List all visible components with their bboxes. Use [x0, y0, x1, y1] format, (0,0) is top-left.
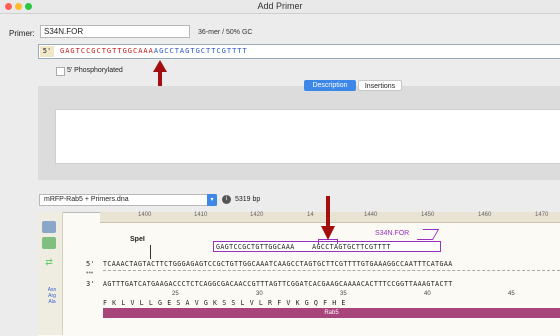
- ruler-tick: 1400: [138, 212, 152, 218]
- primer-stats: 36-mer / 50% GC: [198, 29, 253, 36]
- file-select[interactable]: mRFP-Rab5 + Primers.dna: [39, 194, 217, 206]
- rab5-feature-bar[interactable]: Rab5: [103, 308, 560, 318]
- primer-sequence-text[interactable]: GAGTCCGCTGTTGGCAAAAGCCTAGTGCTTCGTTTT: [60, 47, 248, 55]
- five-prime-label: 5': [86, 260, 95, 268]
- aa-number: 40: [424, 291, 431, 297]
- enzyme-site-label[interactable]: SpeI: [130, 236, 145, 243]
- phosphorylated-checkbox[interactable]: [56, 67, 65, 76]
- amino-acid-translation: FKLVLLGESAVGKSSLVLRFVKGQFHE: [103, 299, 351, 307]
- file-size: 5319 bp: [235, 196, 261, 203]
- window-title: Add Primer: [257, 1, 303, 11]
- annotation-arrow-down-icon: [321, 196, 335, 240]
- primer-name-label: Primer:: [9, 29, 35, 38]
- ruler-tick: 1440: [364, 212, 378, 218]
- amino-acid-numbering: 25 30 35 40 45: [100, 291, 560, 299]
- strand-toggle-icon[interactable]: ⇄: [42, 257, 56, 269]
- primer-name-input[interactable]: S34N.FOR: [40, 25, 190, 38]
- top-strand-sequence[interactable]: TCAAACTAGTACTTCTGGGAGAGTCCGCTGTTGGCAAATC…: [103, 260, 453, 268]
- bottom-strand-sequence[interactable]: AGTTTGATCATGAAGACCCTCTCAGGCGACAACCGTTTAG…: [103, 280, 453, 288]
- description-textarea[interactable]: [55, 109, 560, 164]
- aa-number: 30: [256, 291, 263, 297]
- ruler-tick: 1410: [194, 212, 208, 218]
- ruler-tick: 1450: [421, 212, 435, 218]
- title-bar: Add Primer: [0, 0, 560, 14]
- five-prime-tag: 5': [40, 46, 54, 57]
- amino-acid-button[interactable]: Asn Arg Ala: [44, 287, 60, 305]
- ruler-tick: 1460: [478, 212, 492, 218]
- aa-number: 35: [340, 291, 347, 297]
- three-prime-label: 3': [86, 280, 95, 288]
- primer-feature-sequence: GAGTCCGCTGTTGGCAAA AGCCTAGTGCTTCGTTTT: [216, 243, 391, 251]
- sequence-view-button[interactable]: [42, 221, 56, 233]
- primer-sequence-mismatch-part: GAGTCCGCTGTTGGCAAA: [60, 47, 154, 55]
- chevron-down-icon[interactable]: ▾: [207, 194, 217, 206]
- arrow-right-button[interactable]: [42, 237, 56, 249]
- phosphorylated-label: 5' Phosphorylated: [67, 67, 123, 74]
- ruler-tick: 14: [307, 212, 314, 218]
- ruler-tick: 1470: [535, 212, 549, 218]
- aa-number: 45: [508, 291, 515, 297]
- tab-description[interactable]: Description: [304, 80, 356, 91]
- enzyme-cut-marker: [150, 245, 151, 259]
- aa-number: 25: [172, 291, 179, 297]
- primer-feature-label[interactable]: S34N.FOR: [375, 230, 409, 237]
- tab-insertions[interactable]: Insertions: [358, 80, 402, 91]
- primer-sequence-match-part: AGCCTAGTGCTTCGTTTT: [153, 47, 248, 55]
- ruler-tick: 1420: [250, 212, 264, 218]
- strand-dots: •••: [86, 270, 94, 277]
- info-icon[interactable]: i: [222, 195, 231, 204]
- strand-divider: [103, 270, 560, 272]
